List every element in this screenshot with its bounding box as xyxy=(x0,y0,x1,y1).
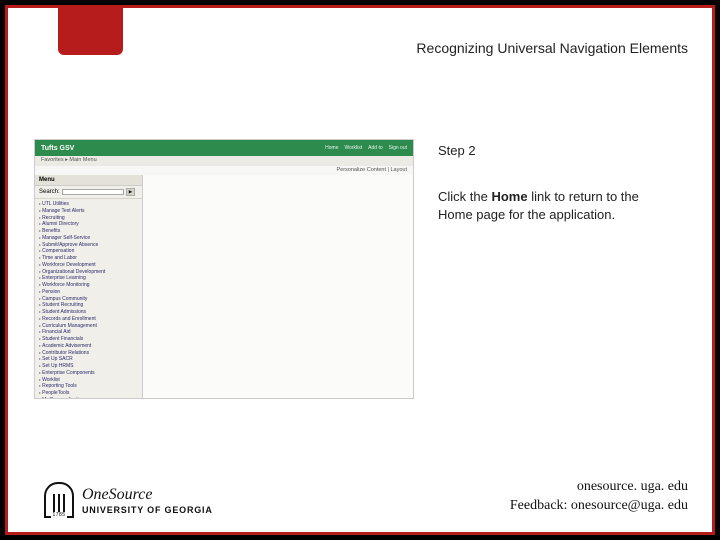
sidebar-item[interactable]: Student Recruiting xyxy=(39,302,138,309)
sidebar-item[interactable]: Enterprise Learning xyxy=(39,275,138,282)
sidebar-item[interactable]: Time and Labor xyxy=(39,255,138,262)
sidebar-item[interactable]: Student Admissions xyxy=(39,309,138,316)
sidebar-item[interactable]: Reporting Tools xyxy=(39,383,138,390)
sidebar-item[interactable]: Pension xyxy=(39,289,138,296)
sidebar-item[interactable]: Academic Advisement xyxy=(39,343,138,350)
step-label: Step 2 xyxy=(438,143,476,158)
app-topnav: Home Worklist Add to Sign out xyxy=(325,145,407,151)
nav-addto[interactable]: Add to xyxy=(368,145,382,151)
nav-home[interactable]: Home xyxy=(325,145,338,151)
nav-signout[interactable]: Sign out xyxy=(389,145,407,151)
brand-text: Tufts GSV xyxy=(41,145,74,152)
sidebar-item[interactable]: Curriculum Management xyxy=(39,323,138,330)
sidebar-item[interactable]: PeopleTools xyxy=(39,390,138,397)
app-brand: Tufts GSV xyxy=(41,145,74,152)
search-label: Search: xyxy=(39,189,60,195)
sidebar-item[interactable]: Set Up HRMS xyxy=(39,363,138,370)
instruction-bold: Home xyxy=(491,189,527,204)
slide: Recognizing Universal Navigation Element… xyxy=(5,5,715,535)
logo-line2: UNIVERSITY OF GEORGIA xyxy=(82,505,213,515)
footer-logo: 1785 OneSource UNIVERSITY OF GEORGIA xyxy=(44,482,213,518)
sidebar-item[interactable]: Benefits xyxy=(39,228,138,235)
footer-url: onesource. uga. edu xyxy=(510,478,688,497)
app-sidebar: Menu Search: ▶ UTL UtilitiesManage Text … xyxy=(35,175,143,398)
sidebar-item[interactable]: Alumni Directory xyxy=(39,221,138,228)
sidebar-item[interactable]: Recruiting xyxy=(39,215,138,222)
sidebar-item[interactable]: Set Up SACR xyxy=(39,356,138,363)
instruction-pre: Click the xyxy=(438,189,491,204)
sidebar-head: Menu xyxy=(35,175,142,186)
personalize-bar[interactable]: Personalize Content | Layout xyxy=(35,166,413,175)
sidebar-item[interactable]: Submit/Approve Absence xyxy=(39,242,138,249)
sidebar-item[interactable]: Manager Self-Service xyxy=(39,235,138,242)
breadcrumb[interactable]: Favorites ▸ Main Menu xyxy=(41,157,97,165)
footer-contact: onesource. uga. edu Feedback: onesource@… xyxy=(510,478,688,516)
logo-year: 1785 xyxy=(51,512,66,518)
instruction-text: Click the Home link to return to the Hom… xyxy=(438,188,672,223)
sidebar-item[interactable]: Enterprise Components xyxy=(39,370,138,377)
sidebar-item[interactable]: Financial Aid xyxy=(39,329,138,336)
sidebar-item[interactable]: Contributor Relations xyxy=(39,350,138,357)
search-input[interactable] xyxy=(62,189,124,195)
sidebar-item[interactable]: UTL Utilities xyxy=(39,201,138,208)
sidebar-item[interactable]: My Personalizations xyxy=(39,397,138,398)
sidebar-item[interactable]: Manage Text Alerts xyxy=(39,208,138,215)
nav-worklist[interactable]: Worklist xyxy=(344,145,362,151)
sidebar-menu: UTL UtilitiesManage Text AlertsRecruitin… xyxy=(35,199,142,398)
app-content xyxy=(143,175,413,398)
app-topbar: Tufts GSV Home Worklist Add to Sign out xyxy=(35,140,413,156)
uga-arch-icon: 1785 xyxy=(44,482,74,518)
app-screenshot: Tufts GSV Home Worklist Add to Sign out … xyxy=(34,139,414,399)
breadcrumb-bar: Favorites ▸ Main Menu xyxy=(35,156,413,166)
sidebar-item[interactable]: Student Financials xyxy=(39,336,138,343)
sidebar-item[interactable]: Compensation xyxy=(39,248,138,255)
logo-line1: OneSource xyxy=(82,486,213,504)
app-body: Menu Search: ▶ UTL UtilitiesManage Text … xyxy=(35,175,413,398)
sidebar-item[interactable]: Worklist xyxy=(39,377,138,384)
sidebar-item[interactable]: Workforce Development xyxy=(39,262,138,269)
page-title: Recognizing Universal Navigation Element… xyxy=(416,40,688,56)
sidebar-item[interactable]: Workforce Monitoring xyxy=(39,282,138,289)
logo-text: OneSource UNIVERSITY OF GEORGIA xyxy=(82,486,213,515)
red-tab-decor xyxy=(58,5,123,55)
sidebar-item[interactable]: Records and Enrollment xyxy=(39,316,138,323)
sidebar-item[interactable]: Organizational Development xyxy=(39,269,138,276)
search-go-button[interactable]: ▶ xyxy=(126,188,135,196)
sidebar-search: Search: ▶ xyxy=(35,186,142,199)
footer-email: Feedback: onesource@uga. edu xyxy=(510,497,688,516)
sidebar-item[interactable]: Campus Community xyxy=(39,296,138,303)
